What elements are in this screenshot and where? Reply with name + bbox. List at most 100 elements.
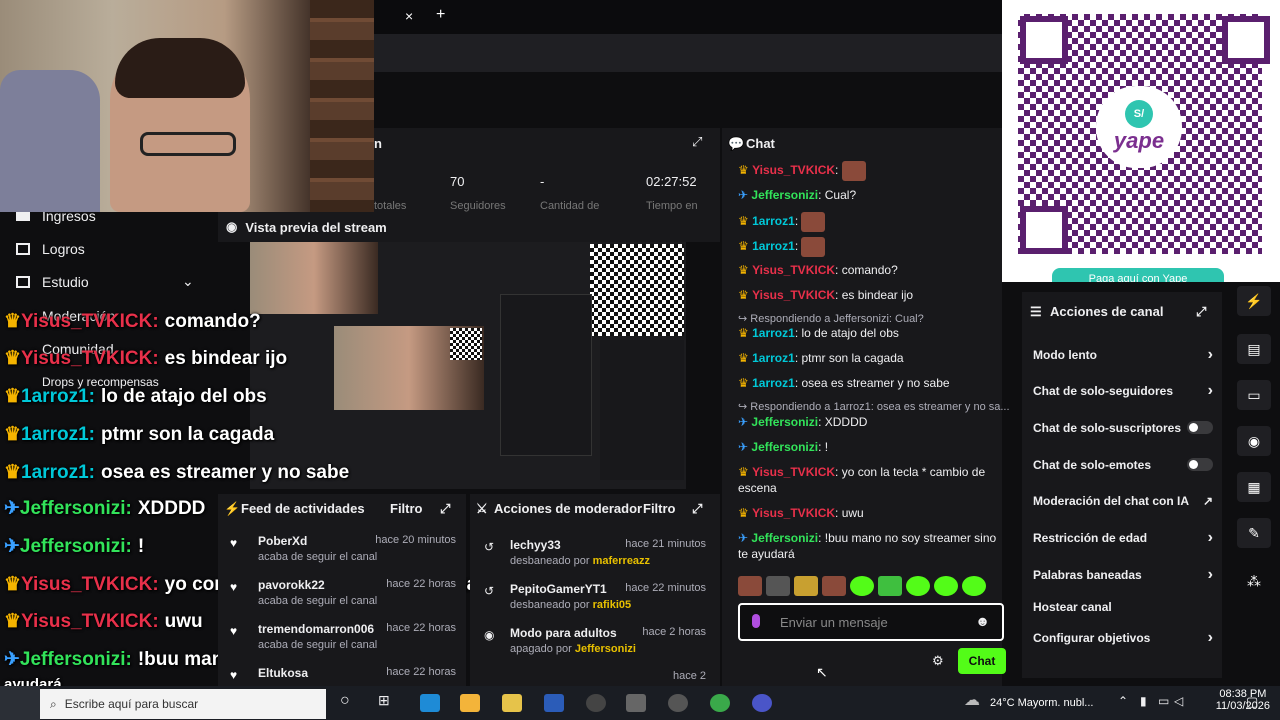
new-tab-button[interactable]: + xyxy=(436,6,445,24)
chat-username[interactable]: Yisus_TVKICK xyxy=(752,163,835,177)
chat-username[interactable]: Yisus_TVKICK xyxy=(752,465,835,479)
emote-bar[interactable] xyxy=(738,576,1004,598)
taskbar-search[interactable]: ⌕ Escribe aquí para buscar xyxy=(40,689,326,719)
chat-message[interactable]: ♛ 1arroz1: xyxy=(738,237,1000,257)
toggle-switch[interactable] xyxy=(1187,458,1213,471)
activity-row[interactable]: ♥ Eltukosa hace 22 horas xyxy=(228,666,456,683)
emote-icon[interactable] xyxy=(934,576,958,596)
emoji-icon[interactable]: ☻ xyxy=(975,613,990,629)
chat-icon[interactable]: ▭ xyxy=(1237,380,1271,410)
chrome-icon[interactable] xyxy=(710,694,730,712)
document-icon[interactable]: ▤ xyxy=(1237,334,1271,364)
expand-icon[interactable]: ⤢ xyxy=(440,501,450,517)
channel-action-item[interactable]: Chat de solo-suscriptores xyxy=(1033,421,1213,435)
chat-message[interactable]: ♛ Yisus_TVKICK: uwu xyxy=(738,505,1000,521)
chat-message[interactable]: ✈ Jeffersonizi: ! xyxy=(738,439,1000,455)
folder-icon[interactable] xyxy=(502,694,522,712)
emote-icon[interactable] xyxy=(822,576,846,596)
network-icon[interactable]: ▭ xyxy=(1158,694,1169,708)
task-view-icon[interactable]: ⊞ xyxy=(378,692,390,709)
chat-username[interactable]: 1arroz1 xyxy=(752,326,795,340)
cortana-icon[interactable]: ○ xyxy=(340,692,350,710)
chat-username[interactable]: Yisus_TVKICK xyxy=(752,506,835,520)
nav-item-estudio[interactable]: Estudio xyxy=(16,274,89,290)
chat-message[interactable]: ✈ Jeffersonizi: Cual? xyxy=(738,187,1000,203)
chat-username[interactable]: Yisus_TVKICK xyxy=(752,288,835,302)
mic-tray-icon[interactable]: ▮ xyxy=(1140,694,1147,708)
nav-item-logros[interactable]: Logros xyxy=(16,241,85,257)
mod-action-moderator[interactable]: maferreazz xyxy=(593,555,650,567)
chat-reply-context[interactable]: ↪ Respondiendo a Jeffersonizi: Cual? xyxy=(738,312,924,325)
settings-gear-icon[interactable]: ⚙ xyxy=(932,653,944,669)
activity-filter-button[interactable]: Filtro xyxy=(390,501,423,516)
chat-username[interactable]: Yisus_TVKICK xyxy=(752,263,835,277)
chat-message[interactable]: ♛ 1arroz1: xyxy=(738,212,1000,232)
emote-icon[interactable] xyxy=(850,576,874,596)
mod-action-moderator[interactable]: rafiki05 xyxy=(593,599,632,611)
obs-icon[interactable] xyxy=(668,694,688,712)
chat-send-button[interactable]: Chat xyxy=(958,648,1006,674)
chat-username[interactable]: Jeffersonizi xyxy=(751,188,818,202)
mail-icon[interactable] xyxy=(626,694,646,712)
chat-message[interactable]: ♛ Yisus_TVKICK: xyxy=(738,161,1000,181)
mod-action-row[interactable]: ↺ PepitoGamerYT1 desbaneado por rafiki05 ha… xyxy=(484,582,706,611)
bolt-icon[interactable]: ⚡ xyxy=(1237,286,1271,316)
emote-icon[interactable] xyxy=(766,576,790,596)
chat-message[interactable]: ♛ Yisus_TVKICK: es bindear ijo xyxy=(738,287,1000,303)
emote-icon[interactable] xyxy=(878,576,902,596)
expand-icon[interactable]: ⤢ xyxy=(692,134,702,150)
weather-text[interactable]: 24°C Mayorm. nubl... xyxy=(990,697,1093,709)
channel-action-item[interactable]: Configurar objetivos › xyxy=(1033,629,1213,646)
discord-chrome-icon[interactable] xyxy=(752,694,772,712)
toggle-switch[interactable] xyxy=(1187,421,1213,434)
chat-username[interactable]: 1arroz1 xyxy=(752,214,795,228)
emote-icon[interactable] xyxy=(906,576,930,596)
broadcast-icon[interactable]: ◉ xyxy=(1237,426,1271,456)
mic-icon[interactable] xyxy=(752,614,760,628)
chat-username[interactable]: 1arroz1 xyxy=(752,239,795,253)
channel-action-item[interactable]: Hostear canal xyxy=(1033,600,1213,614)
chat-username[interactable]: Jeffersonizi xyxy=(751,440,818,454)
mod-action-row[interactable]: hace 2 xyxy=(484,670,706,682)
mod-filter-button[interactable]: Filtro xyxy=(643,501,676,516)
mod-action-moderator[interactable]: Jeffersonizi xyxy=(575,643,636,655)
close-tab-icon[interactable]: × xyxy=(405,8,413,24)
channel-action-item[interactable]: Chat de solo-emotes xyxy=(1033,458,1213,472)
emote-icon[interactable] xyxy=(962,576,986,596)
windows-start-button[interactable] xyxy=(0,686,40,720)
share-icon[interactable]: ⁂ xyxy=(1237,566,1271,596)
word-icon[interactable] xyxy=(544,694,564,712)
emote-icon[interactable] xyxy=(738,576,762,596)
chat-message[interactable]: ♛ Yisus_TVKICK: comando? xyxy=(738,262,1000,278)
volume-icon[interactable]: ◁ xyxy=(1174,694,1183,708)
chat-message[interactable]: ♛ Yisus_TVKICK: yo con la tecla * cambio… xyxy=(738,464,1000,496)
expand-icon[interactable]: ⤢ xyxy=(692,501,702,517)
layout-icon[interactable]: ▦ xyxy=(1237,472,1271,502)
mod-action-row[interactable]: ◉ Modo para adultos apagado por Jeffersoni… xyxy=(484,626,706,655)
mod-action-row[interactable]: ↺ lechyy33 desbaneado por maferreazz hace 2… xyxy=(484,538,706,567)
chat-input[interactable]: Enviar un mensaje ☻ xyxy=(738,603,1004,641)
chat-username[interactable]: 1arroz1 xyxy=(752,376,795,390)
chat-message[interactable]: ✈ Jeffersonizi: !buu mano no soy streame… xyxy=(738,530,1000,562)
channel-action-item[interactable]: Restricción de edad › xyxy=(1033,529,1213,546)
channel-action-item[interactable]: Modo lento › xyxy=(1033,346,1213,363)
chat-username[interactable]: Jeffersonizi xyxy=(751,415,818,429)
address-bar[interactable] xyxy=(374,34,1002,72)
chat-reply-context[interactable]: ↪ Respondiendo a 1arroz1: osea es stream… xyxy=(738,400,1010,413)
channel-action-item[interactable]: Chat de solo-seguidores › xyxy=(1033,382,1213,399)
store-icon[interactable] xyxy=(460,694,480,712)
chat-message[interactable]: ♛ 1arroz1: ptmr son la cagada xyxy=(738,350,1000,366)
app-icon[interactable] xyxy=(586,694,606,712)
chat-message[interactable]: ♛ 1arroz1: lo de atajo del obs xyxy=(738,325,1000,341)
chat-message[interactable]: ✈ Jeffersonizi: XDDDD xyxy=(738,414,1000,430)
chevron-down-icon[interactable]: ⌄ xyxy=(182,273,194,290)
channel-action-item[interactable]: Moderación del chat con IA ↗ xyxy=(1033,494,1213,508)
chat-username[interactable]: Jeffersonizi xyxy=(751,531,818,545)
wrench-icon[interactable]: ✎ xyxy=(1237,518,1271,548)
emote-icon[interactable] xyxy=(794,576,818,596)
activity-row[interactable]: ♥ pavorokk22 acaba de seguir el canal hace … xyxy=(228,578,456,607)
chat-username[interactable]: 1arroz1 xyxy=(752,351,795,365)
channel-action-item[interactable]: Palabras baneadas › xyxy=(1033,566,1213,583)
activity-row[interactable]: ♥ tremendomarron006 acaba de seguir el can… xyxy=(228,622,456,651)
tray-chevron-icon[interactable]: ⌃ xyxy=(1118,694,1128,708)
